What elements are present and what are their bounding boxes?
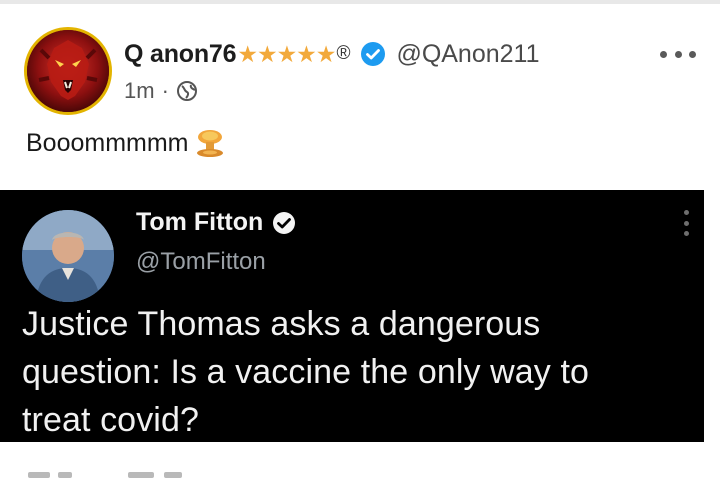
- post-header: Q anon76 ★★★★★ ® @QAnon211 1m ·: [0, 22, 720, 118]
- cropped-engagement-row: [28, 472, 228, 478]
- post-time[interactable]: 1m: [124, 78, 155, 104]
- author-name-row: Q anon76 ★★★★★ ® @QAnon211: [124, 38, 540, 70]
- verified-badge-icon: [360, 41, 386, 67]
- post-body: Booommmmm: [26, 128, 189, 157]
- embedded-tweet[interactable]: Tom Fitton @TomFitton Justice Thomas ask…: [0, 190, 704, 442]
- embedded-text-line: treat covid?: [22, 401, 199, 439]
- top-divider: [0, 0, 720, 4]
- embedded-author-handle[interactable]: @TomFitton: [136, 248, 266, 276]
- embedded-text-line: Justice Thomas asks a dangerous: [22, 305, 541, 343]
- embedded-name-row: Tom Fitton: [136, 208, 297, 237]
- embedded-tweet-text: Justice Thomas asks a dangerous question…: [22, 300, 692, 442]
- lion-avatar-image: [27, 30, 109, 112]
- verified-badge-icon: [271, 210, 297, 236]
- vertical-more-icon[interactable]: [682, 210, 690, 236]
- embedded-author-name[interactable]: Tom Fitton: [136, 208, 263, 237]
- person-avatar-image: [22, 210, 114, 302]
- post-text: Booommmmm: [26, 128, 225, 158]
- author-avatar[interactable]: [24, 27, 112, 115]
- registered-mark: ®: [336, 43, 351, 64]
- star-rating-text: ★★★★★: [237, 40, 336, 67]
- globe-icon: [176, 80, 198, 102]
- meta-separator: ·: [161, 78, 169, 103]
- embedded-author-avatar[interactable]: [22, 210, 114, 302]
- post-meta: 1m ·: [124, 78, 198, 104]
- embedded-text-line: question: Is a vaccine the only way to: [22, 353, 590, 391]
- author-handle[interactable]: @QAnon211: [396, 40, 539, 69]
- more-options-icon[interactable]: [660, 46, 696, 62]
- author-name[interactable]: Q anon76: [124, 40, 237, 69]
- mushroom-cloud-icon: [195, 128, 225, 158]
